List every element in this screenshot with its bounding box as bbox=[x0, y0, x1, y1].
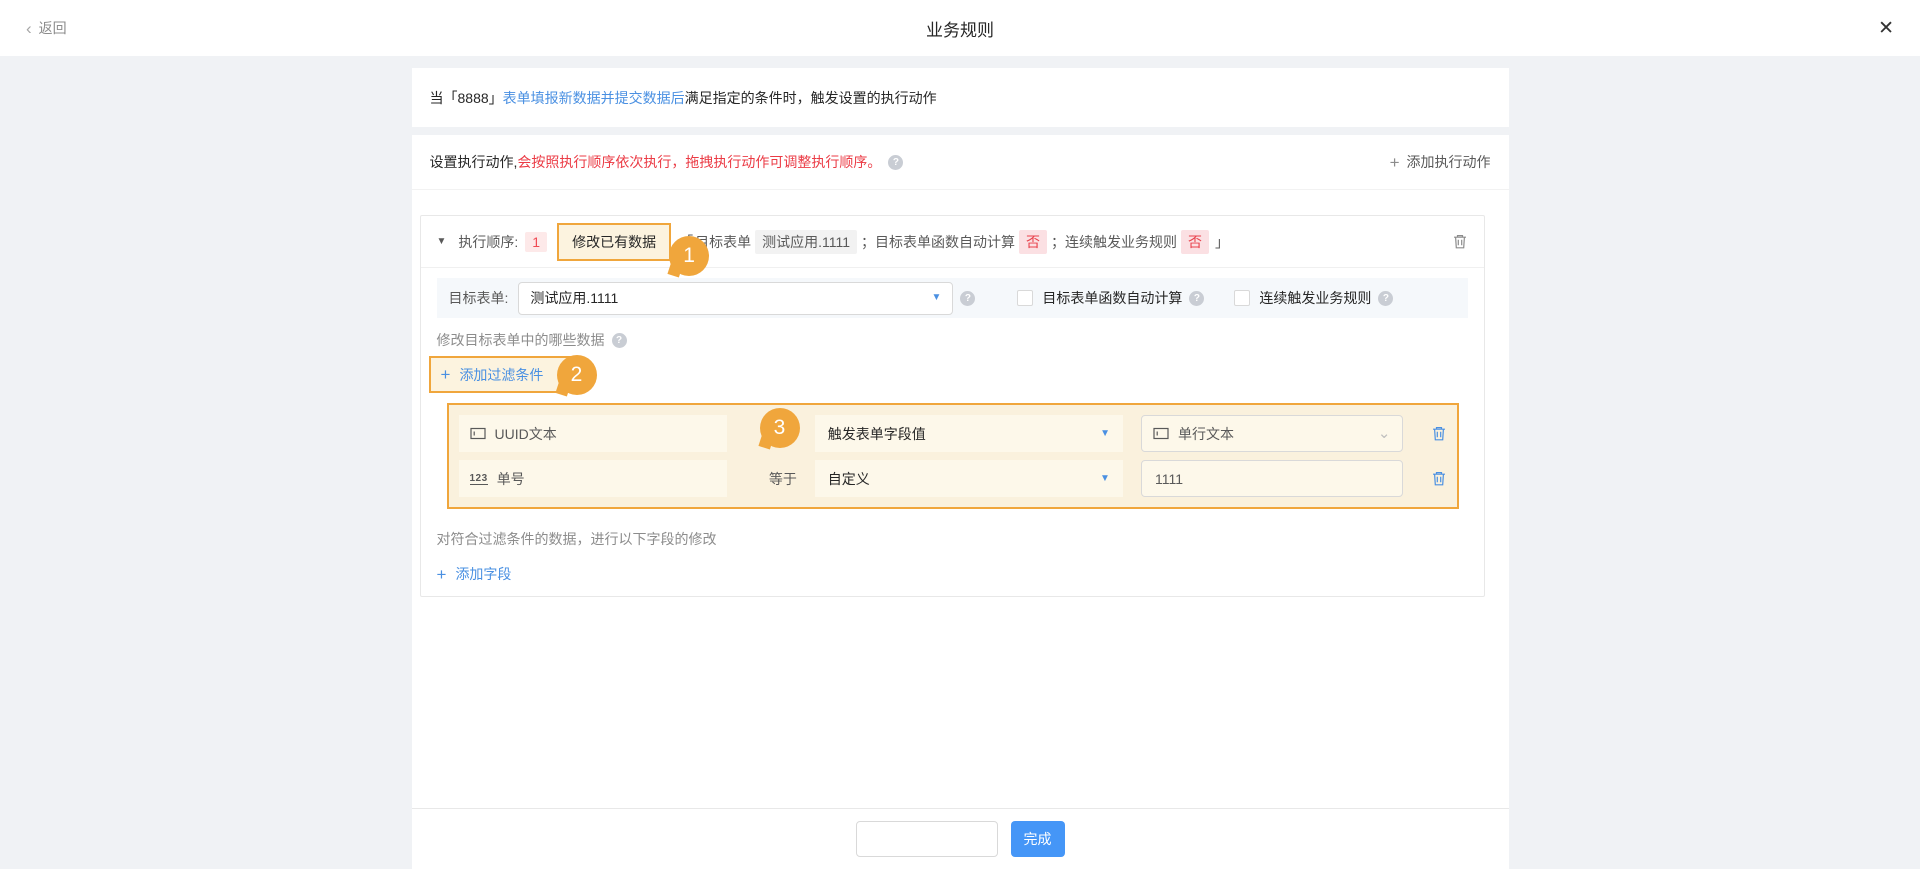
delete-filter-button[interactable] bbox=[1431, 425, 1447, 442]
trash-icon bbox=[1452, 233, 1468, 250]
footer-input[interactable] bbox=[856, 821, 998, 857]
annotation-step-3-badge: 3 bbox=[760, 408, 800, 448]
bar-gap bbox=[412, 127, 1509, 135]
collapse-caret-icon[interactable]: ▼ bbox=[437, 236, 447, 247]
add-field-button[interactable]: + 添加字段 bbox=[437, 564, 1468, 584]
close-icon: ✕ bbox=[1878, 18, 1894, 39]
filter-conditions-box: 3 UUID文本 等于 触发表单字段值 ▼ bbox=[447, 403, 1459, 509]
trigger-condition-bar: 当「8888」 表单填报新数据并提交数据后 满足指定的条件时，触发设置的执行动作 bbox=[412, 68, 1509, 127]
filter-value-input[interactable] bbox=[1141, 460, 1403, 497]
filter-row: 123 单号 等于 自定义 ▼ bbox=[459, 460, 1447, 497]
actions-hint-dark: 设置执行动作, bbox=[430, 152, 518, 172]
plus-icon: + bbox=[437, 566, 447, 583]
action-card-body: 目标表单: 测试应用.1111 ▼ ? 目标表单函数自动计算 ? 连续触发业务规… bbox=[421, 268, 1484, 596]
back-label: 返回 bbox=[39, 18, 67, 38]
page-title: 业务规则 bbox=[926, 16, 994, 41]
content-column: 当「8888」 表单填报新数据并提交数据后 满足指定的条件时，触发设置的执行动作… bbox=[412, 68, 1509, 869]
caret-down-icon: ▼ bbox=[1100, 474, 1110, 484]
summary-calc-value-badge: 否 bbox=[1019, 230, 1047, 254]
help-icon[interactable]: ? bbox=[888, 155, 903, 170]
back-button[interactable]: ‹ 返回 bbox=[26, 18, 67, 38]
filter-field-label: UUID文本 bbox=[495, 424, 557, 444]
delete-filter-button[interactable] bbox=[1431, 470, 1447, 487]
actions-hint: 设置执行动作, 会按照执行顺序依次执行，拖拽执行动作可调整执行顺序。 ? bbox=[430, 152, 904, 172]
summary-chain-label: ；连续触发业务规则 bbox=[1051, 232, 1177, 252]
filter-help-icon[interactable]: ? bbox=[612, 333, 627, 348]
trash-icon bbox=[1431, 470, 1447, 487]
filter-operator: 等于 bbox=[763, 469, 803, 489]
filter-value-source-label: 自定义 bbox=[828, 469, 870, 489]
filter-value-field-select[interactable]: 单行文本 ⌄ bbox=[1141, 415, 1403, 452]
add-filter-label: 添加过滤条件 bbox=[459, 365, 543, 385]
trigger-prefix-text: 当「8888」 bbox=[430, 88, 503, 108]
back-chevron-icon: ‹ bbox=[26, 20, 32, 37]
order-label: 执行顺序: bbox=[458, 232, 518, 252]
add-action-button[interactable]: + 添加执行动作 bbox=[1390, 152, 1491, 172]
filter-value-source-select[interactable]: 触发表单字段值 ▼ bbox=[815, 415, 1123, 452]
filter-field-label: 单号 bbox=[497, 469, 525, 489]
modify-fields-hint: 对符合过滤条件的数据，进行以下字段的修改 bbox=[437, 529, 1468, 549]
caret-down-icon: ▼ bbox=[931, 293, 941, 303]
filter-value-source-label: 触发表单字段值 bbox=[828, 424, 926, 444]
add-field-row: + 添加字段 bbox=[437, 564, 1468, 584]
auto-calc-help-icon[interactable]: ? bbox=[1189, 291, 1204, 306]
target-form-label: 目标表单: bbox=[449, 288, 509, 308]
done-button[interactable]: 完成 bbox=[1011, 821, 1065, 857]
annotation-step-1-badge: 1 bbox=[669, 236, 709, 276]
chain-trigger-checkbox[interactable] bbox=[1234, 290, 1250, 306]
target-form-select[interactable]: 测试应用.1111 ▼ bbox=[518, 282, 953, 315]
action-type-select[interactable]: 修改已有数据 1 bbox=[557, 223, 671, 261]
panel-footer: 完成 bbox=[412, 808, 1509, 869]
chain-trigger-help-icon[interactable]: ? bbox=[1378, 291, 1393, 306]
delete-action-button[interactable] bbox=[1452, 233, 1468, 250]
summary-bracket-close: 」 bbox=[1215, 232, 1229, 252]
actions-hint-red: 会按照执行顺序依次执行，拖拽执行动作可调整执行顺序。 bbox=[517, 152, 881, 172]
summary-chain-value-badge: 否 bbox=[1181, 230, 1209, 254]
annotation-step-2-badge: 2 bbox=[557, 355, 597, 395]
action-card: ▼ 执行顺序: 1 修改已有数据 1 「 目标表单 测试应用.1111 ；目标表… bbox=[420, 215, 1485, 597]
summary-target-value-badge: 测试应用.1111 bbox=[755, 230, 857, 254]
trash-icon bbox=[1431, 425, 1447, 442]
add-filter-button[interactable]: + 添加过滤条件 bbox=[441, 365, 544, 385]
auto-calc-checkbox-group[interactable]: 目标表单函数自动计算 ? bbox=[1017, 288, 1204, 308]
add-action-label: 添加执行动作 bbox=[1407, 152, 1491, 172]
filter-value-field-label: 单行文本 bbox=[1178, 424, 1234, 444]
target-form-help-icon[interactable]: ? bbox=[960, 291, 975, 306]
actions-panel: 设置执行动作, 会按照执行顺序依次执行，拖拽执行动作可调整执行顺序。 ? + 添… bbox=[412, 135, 1509, 869]
filter-value-source-select[interactable]: 自定义 ▼ bbox=[815, 460, 1123, 497]
actions-panel-header: 设置执行动作, 会按照执行顺序依次执行，拖拽执行动作可调整执行顺序。 ? + 添… bbox=[412, 135, 1509, 190]
filter-section-title: 修改目标表单中的哪些数据 bbox=[437, 330, 605, 350]
plus-icon: + bbox=[441, 366, 451, 383]
single-line-text-icon bbox=[470, 427, 486, 440]
trigger-suffix-text: 满足指定的条件时，触发设置的执行动作 bbox=[685, 88, 937, 108]
add-filter-annotation-box: + 添加过滤条件 2 bbox=[429, 356, 577, 393]
single-line-text-icon bbox=[1153, 427, 1169, 440]
topbar: ‹ 返回 业务规则 ✕ bbox=[0, 0, 1920, 56]
trigger-event-link[interactable]: 表单填报新数据并提交数据后 bbox=[503, 88, 685, 108]
chain-trigger-label: 连续触发业务规则 bbox=[1259, 288, 1371, 308]
caret-down-icon: ▼ bbox=[1100, 429, 1110, 439]
add-field-label: 添加字段 bbox=[455, 564, 511, 584]
action-type-label: 修改已有数据 bbox=[572, 232, 656, 252]
auto-calc-checkbox[interactable] bbox=[1017, 290, 1033, 306]
target-form-row: 目标表单: 测试应用.1111 ▼ ? 目标表单函数自动计算 ? 连续触发业务规… bbox=[437, 278, 1468, 318]
plus-icon: + bbox=[1390, 154, 1400, 171]
summary-calc-label: ；目标表单函数自动计算 bbox=[861, 232, 1015, 252]
number-field-icon: 123 bbox=[470, 473, 488, 485]
target-form-selected-value: 测试应用.1111 bbox=[530, 288, 618, 308]
chevron-down-icon: ⌄ bbox=[1378, 429, 1391, 438]
auto-calc-label: 目标表单函数自动计算 bbox=[1042, 288, 1182, 308]
filter-field-select[interactable]: 123 单号 bbox=[459, 460, 727, 497]
close-button[interactable]: ✕ bbox=[1878, 19, 1894, 38]
action-card-header: ▼ 执行顺序: 1 修改已有数据 1 「 目标表单 测试应用.1111 ；目标表… bbox=[421, 216, 1484, 268]
filter-section-title-row: 修改目标表单中的哪些数据 ? bbox=[437, 330, 1468, 350]
filter-field-select[interactable]: UUID文本 bbox=[459, 415, 727, 452]
filter-row: UUID文本 等于 触发表单字段值 ▼ 单行文本 ⌄ bbox=[459, 415, 1447, 452]
order-number-badge: 1 bbox=[525, 232, 547, 252]
chain-trigger-checkbox-group[interactable]: 连续触发业务规则 ? bbox=[1234, 288, 1393, 308]
